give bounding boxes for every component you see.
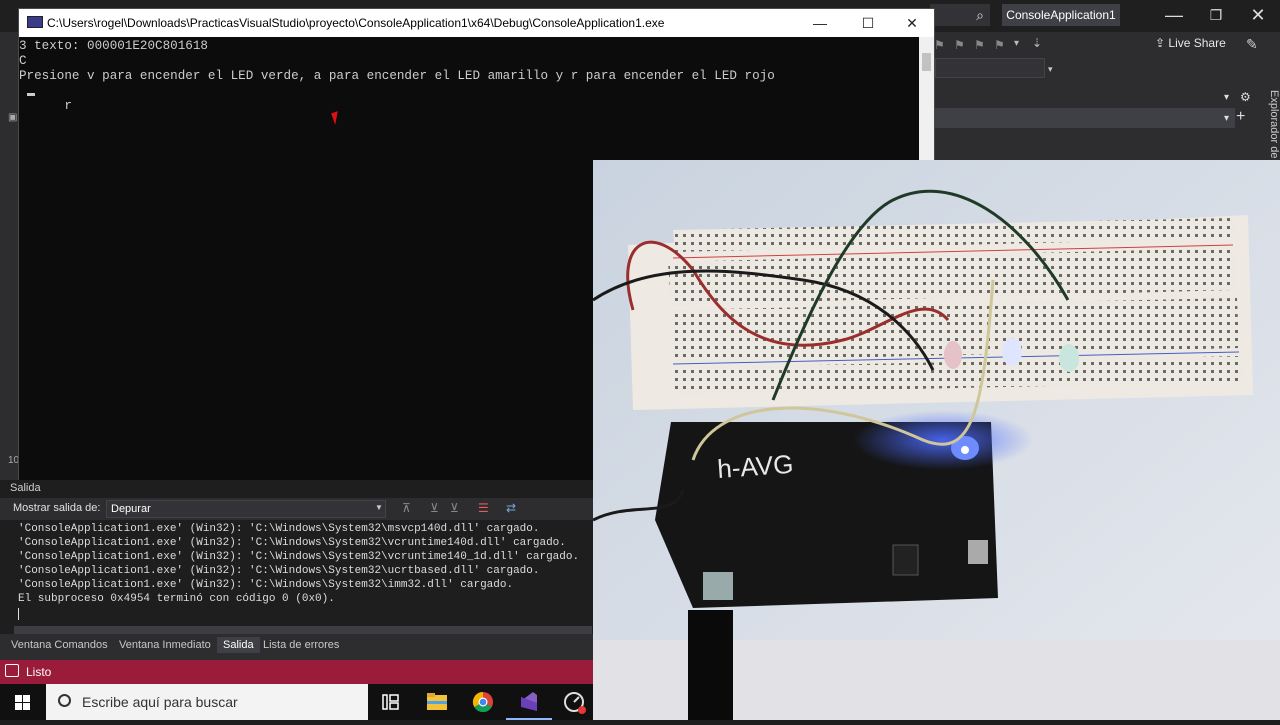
- bottom-tool-tabs: Ventana Comandos Ventana Inmediato Salid…: [0, 634, 593, 660]
- output-horizontal-scrollbar[interactable]: [14, 626, 592, 634]
- vs-solution-name: ConsoleApplication1: [1002, 4, 1120, 26]
- chevron-down-icon[interactable]: ▼: [375, 503, 383, 512]
- vs-toolbar: ⚑ ⚑ ⚑ ⚑ ▾ ⇣ ✎: [920, 32, 1280, 60]
- led-white: [1002, 338, 1022, 366]
- tab-error-list[interactable]: Lista de errores: [263, 639, 339, 651]
- status-text: Listo: [26, 665, 52, 679]
- vs-search-icon[interactable]: ⌕: [930, 4, 990, 26]
- usb-port: [703, 572, 733, 600]
- toolbar-customize-icon[interactable]: ⇣: [1032, 36, 1042, 50]
- panel-settings-gear-icon[interactable]: ⚙: [1240, 90, 1251, 104]
- output-word-wrap-icon[interactable]: ⇄: [506, 501, 516, 515]
- windows-logo-icon: [15, 695, 30, 710]
- console-line: 3 texto: 000001E20C801618: [19, 39, 208, 53]
- led-red: [944, 341, 962, 369]
- output-line: 'ConsoleApplication1.exe' (Win32): 'C:\W…: [18, 523, 540, 535]
- output-line: 'ConsoleApplication1.exe' (Win32): 'C:\W…: [18, 551, 580, 563]
- console-title: C:\Users\rogel\Downloads\PracticasVisual…: [47, 16, 665, 30]
- console-maximize-button[interactable]: ☐: [845, 9, 891, 37]
- tab-command-window[interactable]: Ventana Comandos: [11, 639, 108, 651]
- toolbar-bookmark-next-icon[interactable]: ⚑: [954, 38, 965, 52]
- output-find-next-icon[interactable]: ⊻: [430, 501, 439, 515]
- board-logo-text: h-AVG: [716, 449, 794, 484]
- toolbar-bookmark-clear-icon[interactable]: ⚑: [994, 38, 1005, 52]
- show-output-from-label: Mostrar salida de:: [13, 502, 101, 514]
- dropdown-chevron-icon[interactable]: ▾: [1048, 64, 1053, 75]
- vs-restore-button[interactable]: ❐: [1196, 0, 1236, 32]
- search-icon: [58, 694, 71, 707]
- console-title-bar[interactable]: C:\Users\rogel\Downloads\PracticasVisual…: [19, 9, 934, 37]
- feedback-icon[interactable]: ✎: [1246, 36, 1258, 53]
- output-panel-title: Salida: [10, 482, 41, 494]
- windows-taskbar: Escribe aquí para buscar: [0, 684, 593, 720]
- solution-explorer-toolbar: [935, 108, 1235, 128]
- output-line: 'ConsoleApplication1.exe' (Win32): 'C:\W…: [18, 565, 540, 577]
- output-source-select[interactable]: Depurar: [106, 500, 386, 518]
- console-scroll-thumb[interactable]: [922, 53, 931, 71]
- output-find-prev-icon[interactable]: ⊼: [402, 501, 411, 515]
- usb-cable: [688, 610, 733, 720]
- output-line: 'ConsoleApplication1.exe' (Win32): 'C:\W…: [18, 537, 566, 549]
- toolbar-bookmark-prev-icon[interactable]: ⚑: [974, 38, 985, 52]
- output-toolbar: Mostrar salida de: Depurar ▼ ⊼ ⊻ ⊻ ☰ ⇄: [0, 498, 593, 520]
- share-icon: ⇪: [1155, 36, 1169, 50]
- text-cursor: [27, 93, 35, 96]
- visual-studio-icon[interactable]: [506, 684, 552, 720]
- tab-immediate-window[interactable]: Ventana Inmediato: [119, 639, 211, 651]
- panel-add-icon[interactable]: +: [1236, 108, 1245, 126]
- taskbar-search-placeholder: Escribe aquí para buscar: [82, 694, 238, 710]
- output-goto-icon[interactable]: ⊻: [450, 501, 459, 515]
- output-line: El subproceso 0x4954 terminó con código …: [18, 593, 335, 605]
- file-explorer-icon[interactable]: [414, 684, 460, 720]
- toolbar-bookmark-icon[interactable]: ⚑: [934, 38, 945, 52]
- start-button[interactable]: [0, 684, 46, 720]
- output-caret: [18, 608, 19, 620]
- console-app-icon: [27, 16, 43, 28]
- led-green: [1059, 344, 1079, 372]
- panel-dropdown-chevron-icon[interactable]: ▾: [1224, 113, 1229, 124]
- live-share-button[interactable]: ⇪ Live Share: [1155, 36, 1226, 50]
- breadboard-photo-illustration: h-AVG: [593, 160, 1280, 720]
- tab-output[interactable]: Salida: [217, 637, 260, 653]
- taskbar-search-box[interactable]: Escribe aquí para buscar: [46, 684, 368, 720]
- recorder-icon[interactable]: [552, 684, 598, 720]
- solution-explorer-side-tab[interactable]: Explorador de: [1256, 90, 1280, 160]
- chrome-icon[interactable]: [460, 684, 506, 720]
- console-line: Presione v para encender el LED verde, a…: [19, 69, 775, 83]
- console-input-echo: r: [64, 99, 72, 113]
- console-line: r: [19, 84, 72, 144]
- output-clear-all-icon[interactable]: ☰: [478, 501, 489, 515]
- vs-minimize-button[interactable]: —: [1154, 0, 1194, 32]
- status-bar: Listo: [0, 660, 593, 684]
- vs-close-button[interactable]: ✕: [1238, 0, 1278, 32]
- toolbar-overflow-icon[interactable]: ▾: [1014, 38, 1019, 49]
- output-text-area[interactable]: 'ConsoleApplication1.exe' (Win32): 'C:\W…: [0, 520, 593, 630]
- task-view-icon[interactable]: [368, 684, 414, 720]
- left-doc-icon: ▣: [8, 112, 18, 123]
- console-line: C: [19, 54, 27, 68]
- vs-config-dropdown[interactable]: [935, 58, 1045, 78]
- status-message-icon: [5, 664, 19, 677]
- output-panel: Salida Mostrar salida de: Depurar ▼ ⊼ ⊻ …: [0, 480, 593, 660]
- console-close-button[interactable]: ✕: [889, 9, 935, 37]
- output-line: 'ConsoleApplication1.exe' (Win32): 'C:\W…: [18, 579, 514, 591]
- webcam-photo: h-AVG: [593, 160, 1280, 720]
- panel-menu-chevron-icon[interactable]: ▾: [1224, 92, 1229, 103]
- console-minimize-button[interactable]: —: [797, 9, 843, 37]
